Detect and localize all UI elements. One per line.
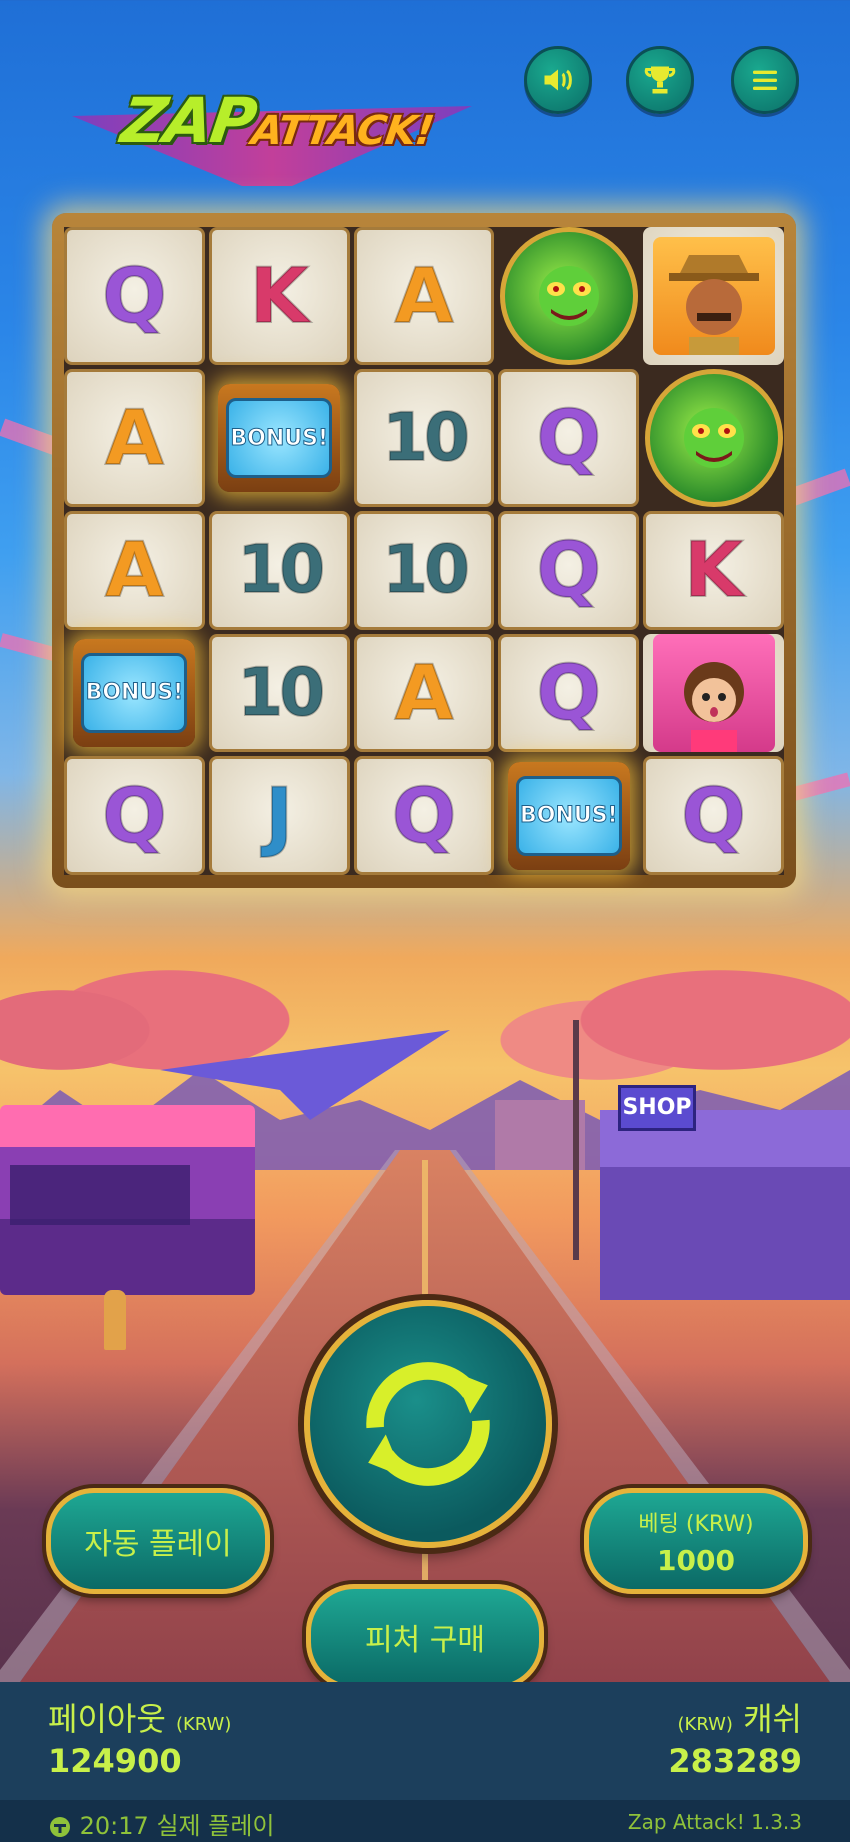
symbol-10: 10 [381,399,471,476]
refresh-icon [366,1362,490,1486]
autoplay-button[interactable]: 자동 플레이 [46,1488,270,1594]
girl-face-icon [683,661,744,752]
reel-cell: J [208,756,350,875]
symbol-q: Q [101,251,168,340]
bonus-symbol: BONUS! [218,384,341,492]
payout-value: 124900 [48,1742,182,1780]
pink-streak [0,633,56,661]
bonus-symbol: BONUS! [73,638,196,747]
game-logo: ZAP ATTACK! [72,78,472,196]
fire-hydrant [104,1290,126,1350]
trophy-button[interactable] [626,46,694,114]
reel-cell: Q [498,511,640,630]
footer-version: Zap Attack! 1.3.3 [627,1810,802,1834]
shop-building [600,1110,850,1300]
sheriff-symbol [652,237,775,355]
sheriff-face-icon [668,255,759,355]
symbol-q: Q [535,393,602,482]
menu-button[interactable] [731,46,799,114]
logo-attack: ATTACK! [248,108,437,154]
payout-currency: (KRW) [175,1714,232,1735]
alien-face-icon [683,408,744,468]
reel-grid: Q K A A BONUS! 10 Q A 10 10 Q K BONUS! 10 A Q Q J Q BONUS! Q [64,227,784,875]
reel-cell: BONUS! [64,634,205,753]
symbol-j: J [264,770,294,860]
reel-cell: Q [498,633,640,753]
payout-label-group: 페이아웃 (KRW) [48,1694,231,1740]
bonus-symbol: BONUS! [507,761,630,870]
cash-value: 283289 [668,1742,802,1780]
symbol-q: Q [680,770,747,860]
menu-icon [753,70,777,90]
symbol-a: A [104,393,165,482]
reel-cell: BONUS! [498,756,639,875]
diner-building [0,1105,255,1295]
symbol-a: A [104,525,165,615]
reel-cell [498,227,639,365]
reel-cell: A [353,227,495,365]
feature-buy-label: 피처 구매 [365,1623,485,1658]
reel-cell: BONUS! [209,369,350,507]
payout-label: 페이아웃 [48,1700,166,1738]
logo-zap: ZAP [116,84,260,157]
cash-label-group: (KRW) 캐쉬 [678,1694,803,1740]
bonus-text: BONUS! [515,775,622,856]
sound-button[interactable] [524,46,592,114]
spin-button[interactable] [304,1300,552,1548]
reel-cell: 10 [353,369,495,507]
footer-time: 20:17 [79,1812,149,1840]
reel-cell: Q [498,369,640,507]
pink-streak [789,772,850,802]
symbol-10: 10 [381,531,471,609]
reel-cell: Q [353,756,495,875]
reel-cell [643,227,784,365]
bet-value: 1000 [657,1543,735,1577]
clouds [0,960,850,1080]
alien-face-icon [538,266,599,326]
symbol-q: Q [391,770,458,860]
symbol-a: A [394,647,455,737]
symbol-10: 10 [236,653,326,731]
reel-cell: 10 [208,511,350,630]
footer-mode: 실제 플레이 [156,1812,275,1840]
sound-icon [544,69,572,91]
symbol-q: Q [535,525,602,615]
reel-cell: Q [64,227,205,365]
bonus-text: BONUS! [81,652,188,733]
shop-sign: SHOP [618,1085,696,1131]
symbol-k: K [249,251,310,340]
reel-cell: 10 [353,511,495,630]
reel-cell: K [208,227,350,365]
cash-currency: (KRW) [677,1714,733,1735]
bet-label: 베팅 (KRW) [638,1511,754,1537]
clock-icon [50,1817,70,1837]
alien-symbol [644,369,783,507]
reel-cell: 10 [208,633,350,753]
alien-symbol [499,227,638,365]
girl-symbol [652,633,775,752]
footer-left: 20:17 실제 플레이 [48,1806,274,1841]
utility-pole [573,1020,579,1260]
reel-cell: A [64,511,205,630]
symbol-q: Q [101,770,168,860]
house-building [495,1100,585,1170]
symbol-10: 10 [236,531,326,609]
symbol-a: A [394,251,455,340]
trophy-icon [644,66,676,94]
reel-cell [643,369,784,507]
bet-button[interactable]: 베팅 (KRW) 1000 [584,1488,808,1594]
reel-cell [643,633,784,753]
autoplay-label: 자동 플레이 [84,1527,232,1562]
reel-cell: K [643,511,784,630]
reel-cell: A [353,633,495,753]
symbol-k: K [683,525,744,615]
reel-cell: Q [64,756,205,875]
symbol-q: Q [535,647,602,737]
feature-buy-button[interactable]: 피처 구매 [306,1584,544,1690]
cash-label: 캐쉬 [743,1700,802,1738]
reel-cell: A [64,369,205,507]
bonus-text: BONUS! [226,398,333,478]
reel-cell: Q [643,756,784,875]
